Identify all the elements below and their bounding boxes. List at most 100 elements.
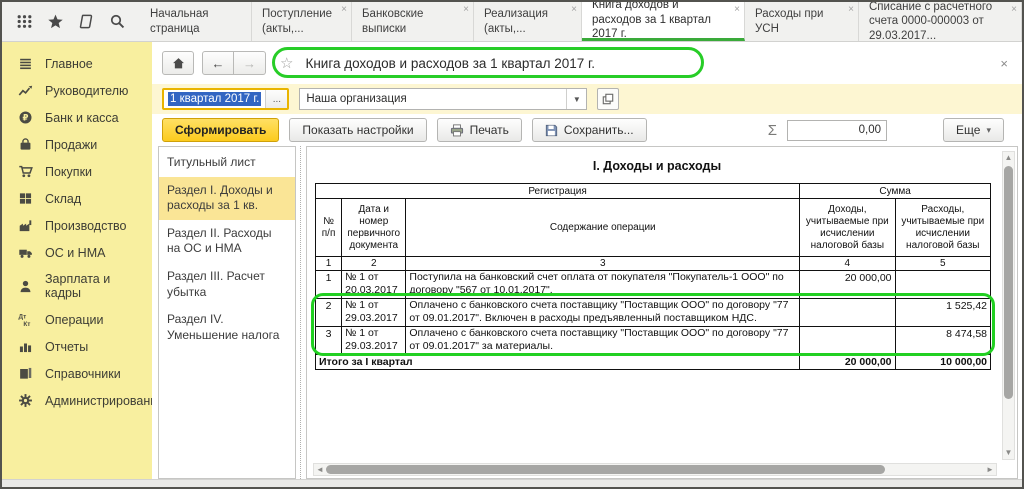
scroll-up-icon[interactable]: ▲ [1005, 152, 1013, 164]
report-table: Регистрация Сумма № п/п Дата и номер пер… [315, 183, 991, 370]
apps-menu-icon[interactable] [16, 13, 33, 30]
person-icon [18, 279, 33, 294]
tab-rashody-usn[interactable]: Расходы при УСН × [745, 2, 859, 41]
table-colnum-row: 1 2 3 4 5 [316, 257, 991, 271]
sum-field[interactable] [787, 120, 887, 141]
save-label: Сохранить... [564, 123, 634, 137]
section-item-title-page[interactable]: Титульный лист [159, 149, 295, 177]
sidebar-item-spravochniki[interactable]: Справочники [2, 360, 152, 387]
tab-spisanie[interactable]: Списание с расчетного счета 0000-000003 … [859, 2, 1022, 41]
tab-close-icon[interactable]: × [848, 5, 854, 15]
scroll-left-icon[interactable]: ◄ [314, 465, 326, 474]
history-icon[interactable] [78, 13, 95, 30]
home-button[interactable] [162, 51, 194, 75]
sidebar-item-label: Операции [45, 313, 103, 327]
table-row-1[interactable]: 1 № 1 от 20.03.2017 Поступила на банковс… [316, 271, 991, 299]
more-label: Еще [956, 123, 980, 137]
chevron-down-icon[interactable]: ▼ [566, 89, 586, 109]
show-settings-button[interactable]: Показать настройки [289, 118, 426, 142]
tab-realizacia[interactable]: Реализация (акты,...× [474, 2, 582, 41]
sections-panel: Титульный лист Раздел I. Доходы и расход… [158, 146, 296, 479]
history-nav: ← → [202, 51, 266, 75]
scroll-down-icon[interactable]: ▼ [1005, 447, 1013, 459]
sidebar-item-rukovoditelyu[interactable]: Руководителю [2, 77, 152, 104]
tab-close-icon[interactable]: × [1011, 5, 1017, 15]
sidebar-item-glavnoe[interactable]: Главное [2, 50, 152, 77]
favorites-star-icon[interactable] [47, 13, 64, 30]
save-floppy-icon [545, 124, 558, 137]
section-item-razdel-2[interactable]: Раздел II. Расходы на ОС и НМА [159, 220, 295, 263]
tab-label: Поступление (акты,... [262, 7, 337, 36]
favorite-star-icon[interactable]: ☆ [280, 54, 293, 72]
table-row-3[interactable]: 3 № 1 от 29.03.2017 Оплачено с банковско… [316, 327, 991, 355]
table-row-2[interactable]: 2 № 1 от 29.03.2017 Оплачено с банковско… [316, 299, 991, 327]
sidebar-item-operacii[interactable]: ДтКт Операции [2, 306, 152, 333]
sidebar-item-label: Отчеты [45, 340, 88, 354]
menu-lines-icon [18, 56, 33, 71]
sidebar-item-administrirovanie[interactable]: Администрирование [2, 387, 152, 414]
tab-home[interactable]: Начальная страница [140, 2, 252, 41]
forward-button[interactable]: → [234, 51, 266, 75]
svg-text:Дт: Дт [19, 313, 27, 320]
ruble-coin-icon: ₽ [18, 110, 33, 125]
tab-close-icon[interactable]: × [734, 5, 740, 15]
colnum: 1 [316, 257, 342, 271]
colnum: 2 [342, 257, 406, 271]
cell-income: 20 000,00 [800, 271, 895, 299]
organization-value: Наша организация [300, 93, 566, 105]
chevron-down-icon: ▾ [986, 125, 991, 136]
cell-num: 1 [316, 271, 342, 299]
save-button[interactable]: Сохранить... [532, 118, 647, 142]
generate-button[interactable]: Сформировать [162, 118, 279, 142]
period-input[interactable]: 1 квартал 2017 г. [164, 90, 265, 108]
sidebar-item-prodazhi[interactable]: Продажи [2, 131, 152, 158]
cell-income [800, 299, 895, 327]
organization-combobox[interactable]: Наша организация ▼ [299, 88, 587, 110]
more-button[interactable]: Еще ▾ [943, 118, 1004, 142]
search-icon[interactable] [109, 13, 126, 30]
sidebar-item-zarplata-kadry[interactable]: Зарплата и кадры [2, 266, 152, 306]
sidebar-item-bank-i-kassa[interactable]: ₽ Банк и касса [2, 104, 152, 131]
section-item-razdel-4[interactable]: Раздел IV. Уменьшение налога [159, 306, 295, 349]
back-button[interactable]: ← [202, 51, 234, 75]
period-picker-button[interactable]: ... [265, 90, 287, 108]
printer-icon [450, 124, 464, 137]
horizontal-scroll-thumb[interactable] [326, 465, 885, 474]
tab-close-icon[interactable]: × [341, 5, 347, 15]
sidebar-item-sklad[interactable]: Склад [2, 185, 152, 212]
section-item-razdel-3[interactable]: Раздел III. Расчет убытка [159, 263, 295, 306]
tab-close-icon[interactable]: × [463, 5, 469, 15]
tab-close-icon[interactable]: × [571, 5, 577, 15]
cell-content: Поступила на банковский счет оплата от п… [406, 271, 800, 299]
section-item-razdel-1[interactable]: Раздел I. Доходы и расходы за 1 кв. [159, 177, 295, 220]
sigma-icon: Σ [768, 122, 777, 139]
group-header-registration: Регистрация [316, 184, 800, 199]
table-group-header-row: Регистрация Сумма [316, 184, 991, 199]
total-income: 20 000,00 [800, 355, 895, 370]
vertical-scroll-thumb[interactable] [1004, 166, 1013, 399]
open-organization-button[interactable] [597, 88, 619, 110]
tab-postuplenie[interactable]: Поступление (акты,... × [252, 2, 352, 41]
sidebar-item-proizvodstvo[interactable]: Производство [2, 212, 152, 239]
sidebar-item-pokupki[interactable]: Покупки [2, 158, 152, 185]
print-button[interactable]: Печать [437, 118, 522, 142]
cell-content: Оплачено с банковского счета поставщику … [406, 327, 800, 355]
cell-content: Оплачено с банковского счета поставщику … [406, 299, 800, 327]
total-expense: 10 000,00 [895, 355, 990, 370]
scroll-right-icon[interactable]: ► [984, 465, 996, 474]
tab-bank-vypiski[interactable]: Банковские выписки× [352, 2, 474, 41]
sidebar-item-otchety[interactable]: Отчеты [2, 333, 152, 360]
horizontal-scrollbar[interactable]: ◄ ► [313, 463, 997, 476]
tab-label: Расходы при УСН [755, 7, 844, 36]
vertical-scrollbar[interactable]: ▲ ▼ [1002, 151, 1015, 460]
cell-income [800, 327, 895, 355]
cell-expense: 1 525,42 [895, 299, 990, 327]
colnum: 5 [895, 257, 990, 271]
cell-doc: № 1 от 29.03.2017 [342, 327, 406, 355]
sidebar-item-label: Зарплата и кадры [45, 272, 142, 300]
tab-kniga-dohodov[interactable]: Книга доходов и расходов за 1 квартал 20… [582, 2, 745, 41]
sidebar-item-os-i-nma[interactable]: ОС и НМА [2, 239, 152, 266]
col-header-num: № п/п [316, 199, 342, 257]
close-report-icon[interactable]: × [996, 56, 1012, 71]
report-canvas: I. Доходы и расходы Регистрация Сумма № … [306, 146, 1018, 479]
